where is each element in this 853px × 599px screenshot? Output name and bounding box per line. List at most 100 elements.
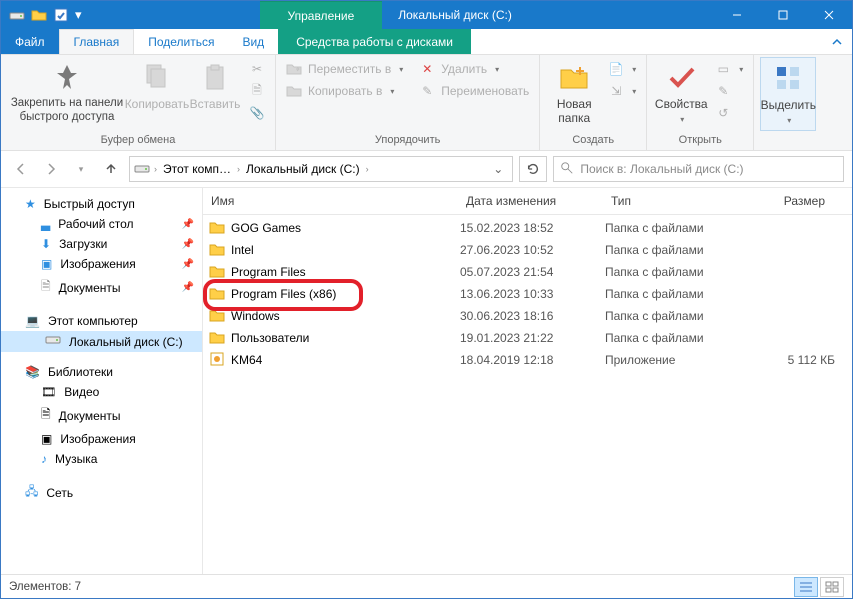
file-date: 13.06.2023 10:33	[460, 287, 605, 301]
rename-button[interactable]: ✎ Переименовать	[415, 81, 533, 101]
tab-drive-tools[interactable]: Средства работы с дисками	[278, 29, 471, 54]
tab-file[interactable]: Файл	[1, 29, 59, 54]
breadcrumb-this-pc[interactable]: Этот комп…	[161, 162, 233, 176]
computer-icon: 💻	[25, 314, 40, 328]
paste-shortcut-button[interactable]: 📎	[245, 103, 269, 123]
file-list-pane: Имя Дата изменения Тип Размер GOG Games 1…	[203, 188, 852, 574]
cut-button[interactable]: ✂	[245, 59, 269, 79]
rename-icon: ✎	[419, 83, 435, 99]
ribbon-group-new: Новая папка 📄▾ ⇲▾ Создать	[540, 55, 647, 150]
easy-access-button[interactable]: ⇲▾	[604, 81, 640, 101]
nav-quick-access[interactable]: ★Быстрый доступ	[1, 194, 202, 214]
column-type[interactable]: Тип	[603, 188, 743, 214]
properties-button[interactable]: Свойства▾	[653, 57, 709, 129]
group-label-new: Создать	[546, 132, 640, 148]
file-type: Папка с файлами	[605, 221, 745, 235]
body-area: ★Быстрый доступ ▃Рабочий стол📌 ⬇Загрузки…	[1, 187, 852, 574]
file-row[interactable]: Пользователи19.01.2023 21:22Папка с файл…	[203, 327, 852, 349]
nav-pictures[interactable]: ▣Изображения📌	[1, 254, 202, 274]
nav-this-pc[interactable]: 💻Этот компьютер	[1, 311, 202, 331]
new-folder-button[interactable]: Новая папка	[546, 57, 602, 130]
search-input[interactable]: Поиск в: Локальный диск (C:)	[553, 156, 844, 182]
nav-lib-pictures[interactable]: ▣Изображения	[1, 429, 202, 449]
column-date[interactable]: Дата изменения	[458, 188, 603, 214]
ribbon: Закрепить на панели быстрого доступа Коп…	[1, 55, 852, 151]
nav-recent-button[interactable]: ▾	[69, 157, 93, 181]
nav-desktop[interactable]: ▃Рабочий стол📌	[1, 214, 202, 234]
file-date: 30.06.2023 18:16	[460, 309, 605, 323]
nav-back-button[interactable]	[9, 157, 33, 181]
file-row[interactable]: GOG Games 15.02.2023 18:52Папка с файлами	[203, 217, 852, 239]
file-row[interactable]: Intel27.06.2023 10:52Папка с файлами	[203, 239, 852, 261]
path-icon: 🗎	[249, 83, 265, 99]
address-bar[interactable]: › Этот комп… › Локальный диск (C:) › ⌄	[129, 156, 513, 182]
group-label-organize: Упорядочить	[282, 132, 533, 148]
folder-open-icon[interactable]	[31, 7, 47, 23]
view-large-icons-button[interactable]	[820, 577, 844, 597]
pin-quick-access-button[interactable]: Закрепить на панели быстрого доступа	[7, 57, 127, 129]
status-item-count: Элементов: 7	[9, 581, 81, 593]
history-button[interactable]: ↺	[711, 103, 747, 123]
nav-local-disk-c[interactable]: Локальный диск (C:)	[1, 331, 202, 352]
nav-up-button[interactable]	[99, 157, 123, 181]
edit-icon: ✎	[715, 83, 731, 99]
breadcrumb-current[interactable]: Локальный диск (C:)	[244, 162, 362, 176]
properties-qat-icon[interactable]	[53, 7, 69, 23]
column-headers[interactable]: Имя Дата изменения Тип Размер	[203, 188, 852, 215]
window-title: Локальный диск (C:)	[382, 1, 714, 29]
nav-lib-documents[interactable]: 🗎Документы	[1, 402, 202, 429]
select-button[interactable]: Выделить▾	[760, 57, 816, 131]
desktop-icon: ▃	[41, 217, 50, 231]
open-button[interactable]: ▭▾	[711, 59, 747, 79]
edit-button[interactable]: ✎	[711, 81, 747, 101]
move-to-button[interactable]: Переместить в▾	[282, 59, 407, 79]
copy-to-button[interactable]: Копировать в▾	[282, 81, 407, 101]
folder-icon	[209, 242, 225, 259]
file-date: 18.04.2019 12:18	[460, 353, 605, 367]
file-row[interactable]: Program Files05.07.2023 21:54Папка с фай…	[203, 261, 852, 283]
music-icon: ♪	[41, 452, 47, 466]
navigation-pane[interactable]: ★Быстрый доступ ▃Рабочий стол📌 ⬇Загрузки…	[1, 188, 203, 574]
file-size: 5 112 КБ	[745, 353, 835, 367]
nav-network[interactable]: 🖧Сеть	[1, 479, 202, 506]
pin-icon: 📌	[182, 219, 194, 230]
nav-music[interactable]: ♪Музыка	[1, 449, 202, 469]
nav-documents[interactable]: 🗎Документы📌	[1, 274, 202, 301]
pictures-icon: ▣	[41, 257, 52, 271]
close-button[interactable]	[806, 1, 852, 29]
ribbon-group-organize: Переместить в▾ Копировать в▾ ✕ Удалить▾ …	[276, 55, 540, 150]
maximize-button[interactable]	[760, 1, 806, 29]
chevron-right-icon[interactable]: ›	[154, 164, 157, 174]
tab-share[interactable]: Поделиться	[134, 29, 228, 54]
history-icon: ↺	[715, 105, 731, 121]
chevron-right-icon[interactable]: ›	[366, 164, 369, 174]
copy-path-button[interactable]: 🗎	[245, 81, 269, 101]
ribbon-collapse-button[interactable]	[822, 29, 852, 54]
nav-forward-button[interactable]	[39, 157, 63, 181]
delete-button[interactable]: ✕ Удалить▾	[415, 59, 533, 79]
ribbon-tabs: Файл Главная Поделиться Вид Средства раб…	[1, 29, 852, 55]
copy-icon	[141, 61, 173, 93]
new-item-button[interactable]: 📄▾	[604, 59, 640, 79]
file-row[interactable]: Program Files (x86)13.06.2023 10:33Папка…	[203, 283, 852, 305]
file-name: GOG Games	[231, 221, 301, 235]
chevron-right-icon[interactable]: ›	[237, 164, 240, 174]
minimize-button[interactable]	[714, 1, 760, 29]
refresh-button[interactable]	[519, 156, 547, 182]
column-size[interactable]: Размер	[743, 188, 833, 214]
tab-home[interactable]: Главная	[59, 29, 135, 54]
qat-customize-icon[interactable]: ▾	[75, 7, 82, 23]
column-name[interactable]: Имя	[203, 188, 458, 214]
nav-libraries[interactable]: 📚Библиотеки	[1, 362, 202, 382]
tab-view[interactable]: Вид	[228, 29, 278, 54]
documents-icon: 🗎	[41, 405, 51, 426]
file-date: 15.02.2023 18:52	[460, 221, 605, 235]
file-row[interactable]: Windows30.06.2023 18:16Папка с файлами	[203, 305, 852, 327]
nav-videos[interactable]: 🎞Видео	[1, 382, 202, 402]
file-row[interactable]: KM6418.04.2019 12:18Приложение5 112 КБ	[203, 349, 852, 371]
view-details-button[interactable]	[794, 577, 818, 597]
paste-button[interactable]: Вставить	[187, 57, 243, 115]
copy-button[interactable]: Копировать	[129, 57, 185, 115]
address-dropdown-button[interactable]: ⌄	[488, 162, 508, 176]
nav-downloads[interactable]: ⬇Загрузки📌	[1, 234, 202, 254]
